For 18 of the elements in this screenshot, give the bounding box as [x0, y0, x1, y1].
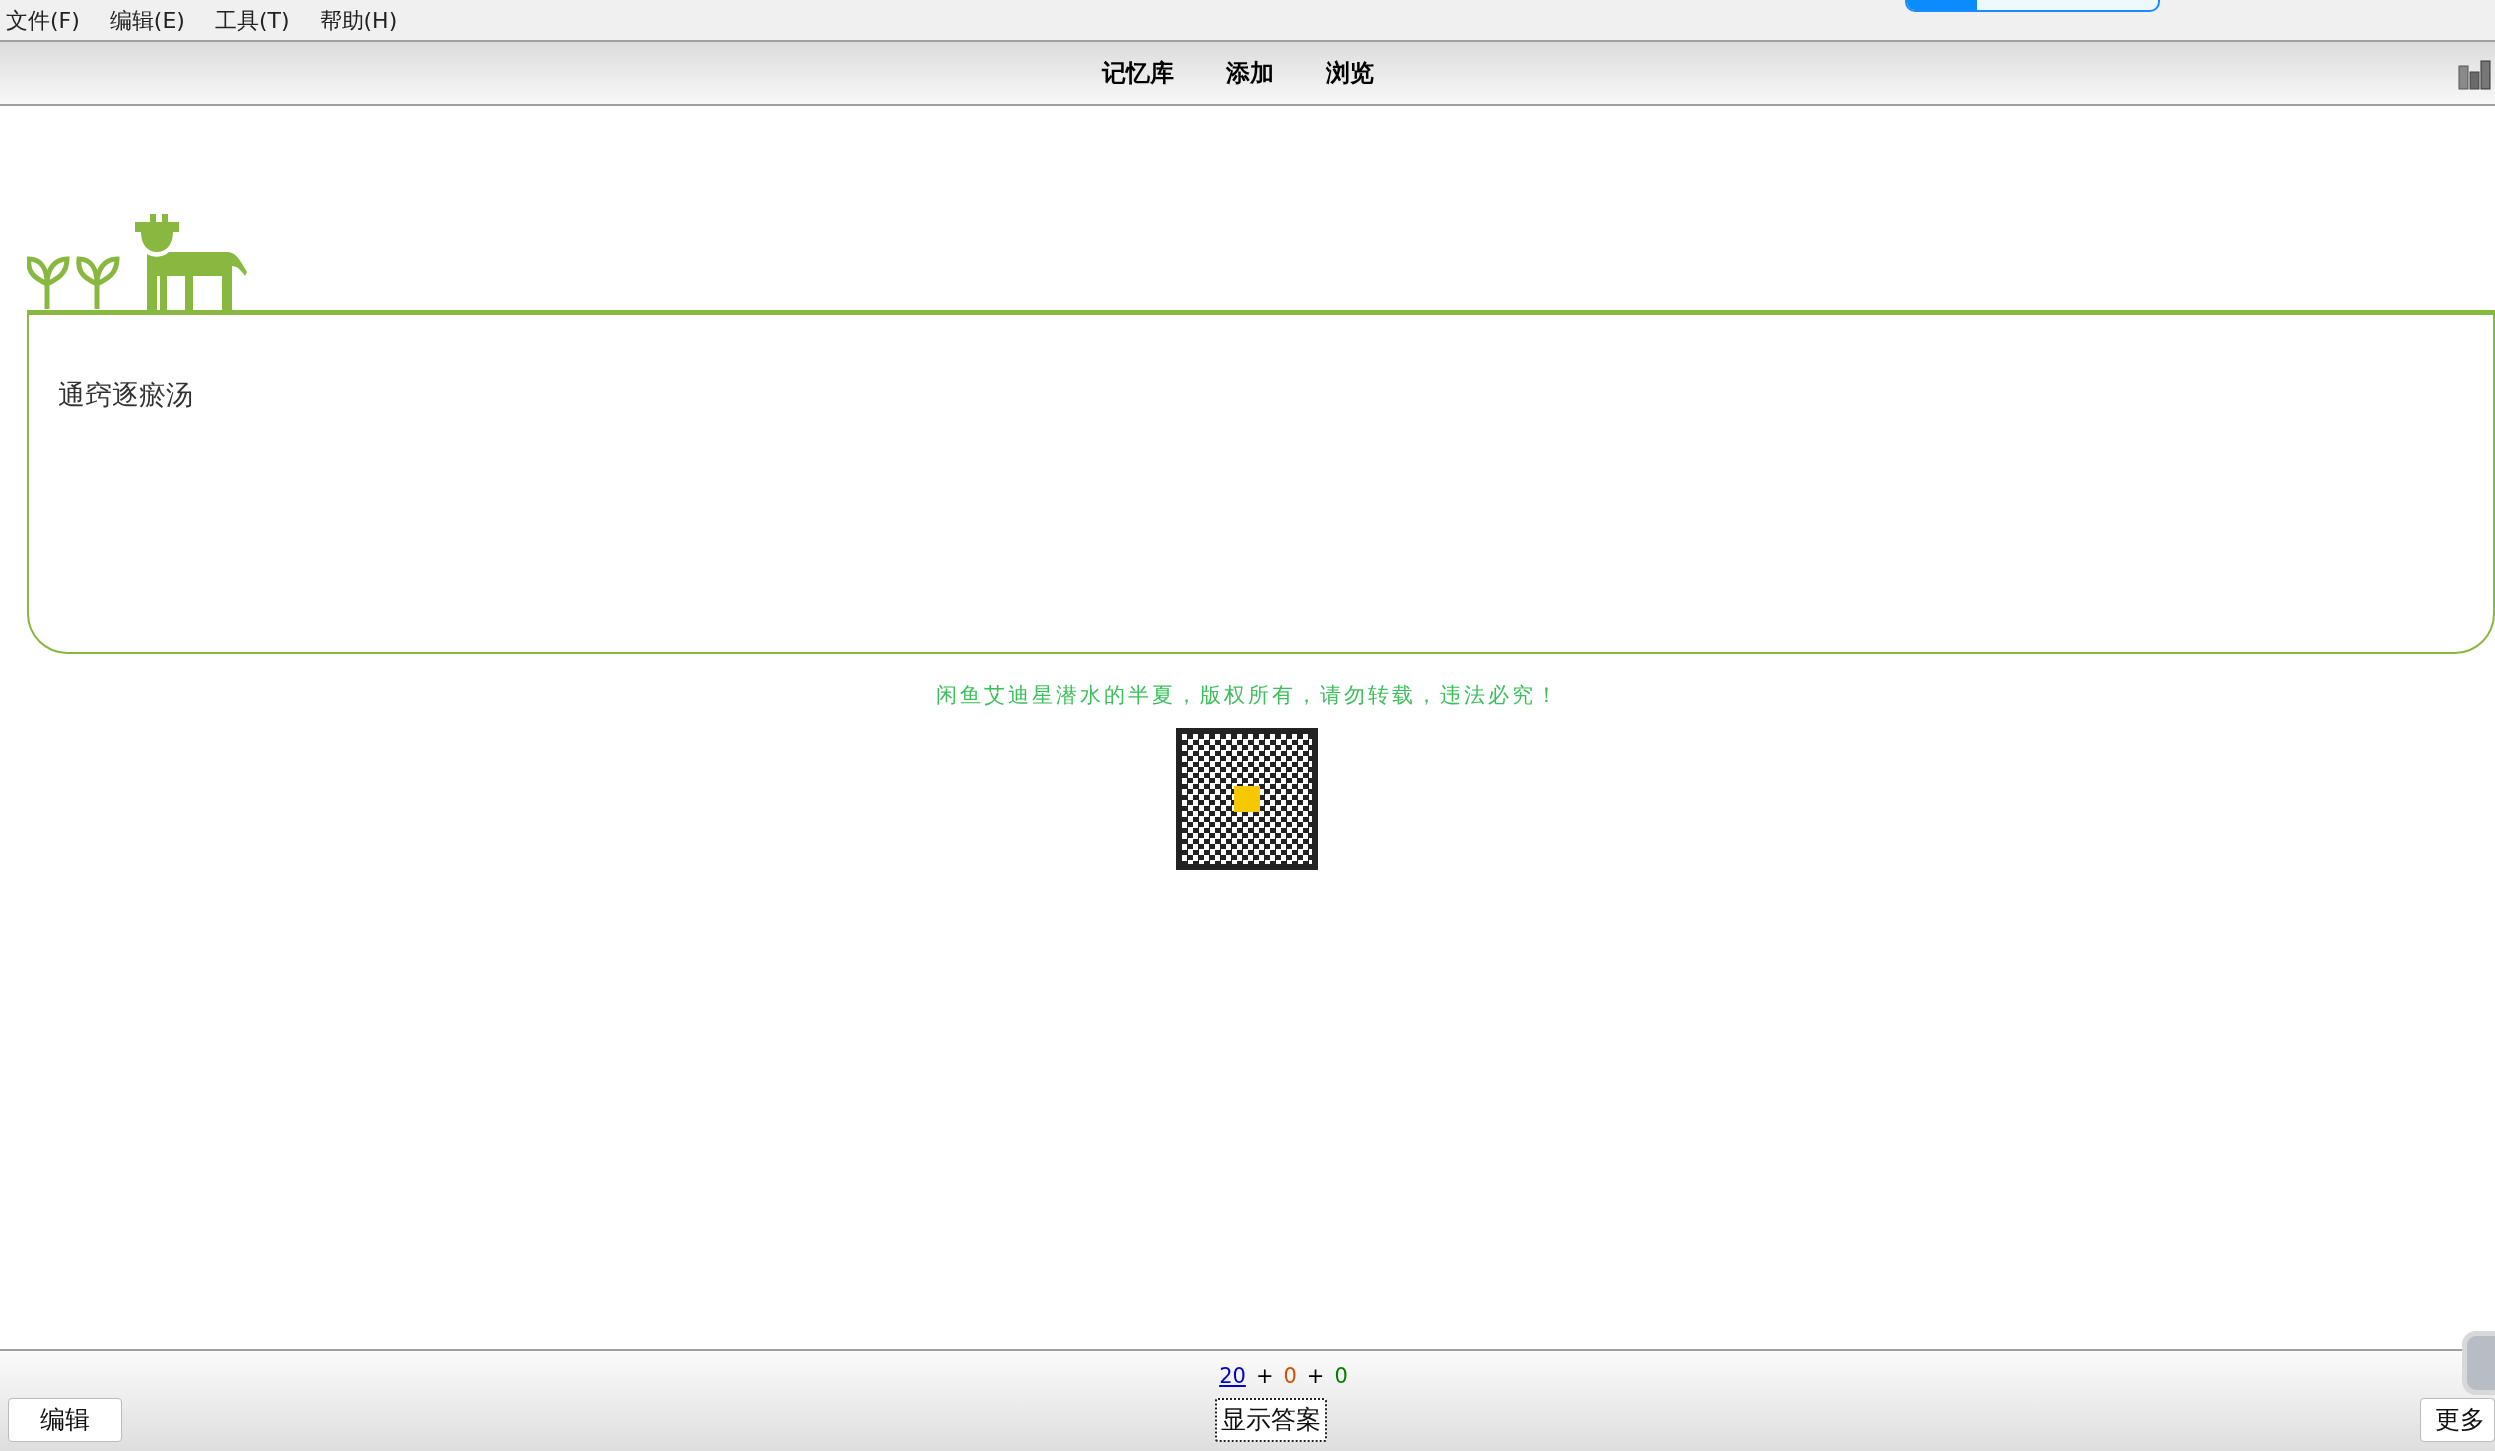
toolbar-link[interactable]: 添加: [1225, 55, 1274, 91]
card-count: 20: [1219, 1363, 1246, 1390]
menu-item[interactable]: 工具(T): [214, 3, 290, 37]
toolbar-link[interactable]: 记忆库: [1101, 55, 1174, 91]
show-answer-button[interactable]: 显示答案: [1215, 1398, 1327, 1442]
menu-item[interactable]: 文件(F): [6, 3, 80, 37]
edit-button[interactable]: 编辑: [8, 1398, 122, 1442]
question-text: 通窍逐瘀汤: [58, 378, 194, 412]
plus-sign: +: [1255, 1363, 1274, 1390]
card-count: 0: [1283, 1363, 1297, 1390]
plus-sign: +: [1306, 1363, 1325, 1390]
more-button[interactable]: 更多: [2420, 1398, 2495, 1442]
card-count: 0: [1334, 1363, 1348, 1390]
copyright-notice: 闲鱼艾迪星潜水的半夏，版权所有，请勿转载，违法必究！: [934, 682, 1561, 709]
menu-item[interactable]: 帮助(H): [319, 3, 398, 37]
stats-icon[interactable]: [2457, 60, 2493, 90]
menu-item[interactable]: 编辑(E): [109, 3, 185, 37]
toolbar-link[interactable]: 浏览: [1325, 55, 1374, 91]
